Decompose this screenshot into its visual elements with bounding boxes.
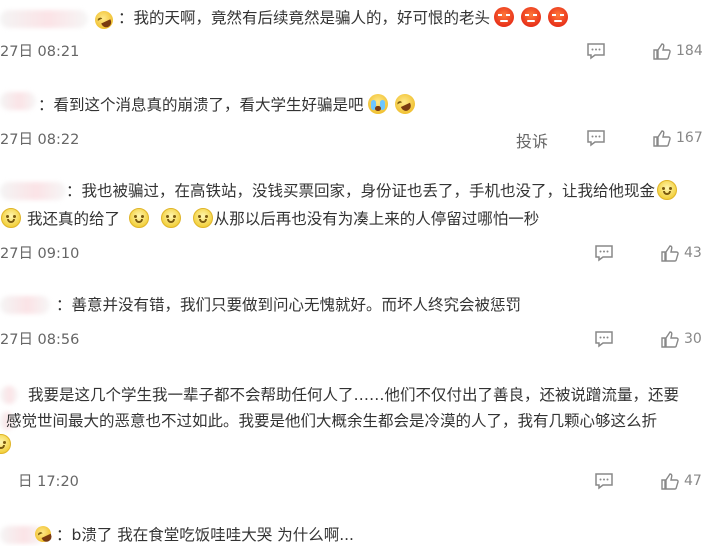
laughing-emoji-icon	[391, 90, 418, 118]
angry-emoji-icon	[521, 7, 542, 27]
angry-emoji-icon	[494, 7, 515, 27]
comment-icon	[595, 245, 613, 262]
comment-text: ：b溃了 我在食堂吃饭哇哇大哭 为什么啊...	[56, 524, 354, 546]
comment-time: 27日 08:22	[0, 132, 80, 148]
smile-emoji-icon	[192, 208, 213, 228]
reply-button[interactable]	[594, 472, 614, 490]
comment-time: 日 17:20	[18, 474, 79, 490]
like-button[interactable]: 30	[660, 330, 702, 348]
comment-item: ：善意并没有错，我们只要做到问心无愧就好。而坏人终究会被惩罚 27日 08:56…	[0, 282, 721, 370]
comment-icon	[595, 473, 613, 490]
like-button[interactable]: 167	[652, 129, 703, 147]
smile-emoji-icon	[1, 208, 21, 228]
smile-emoji-icon	[160, 208, 181, 228]
username-blurred[interactable]	[0, 182, 66, 200]
comment-text: ：看到这个消息真的崩溃了，看大学生好骗是吧	[38, 90, 418, 118]
crying-emoji-icon	[367, 94, 388, 114]
comment-text-line2: 我还真的给了 从那以后再也没有为凑上来的人停留过哪怕一秒	[0, 208, 539, 230]
comment-body: ：我也被骗过，在高铁站，没钱买票回家，身份证也丢了，手机也没了，让我给他现金	[66, 182, 656, 200]
comment-body: 我要是这几个学生我一辈子都不会帮助任何人了……他们不仅付出了善良，还被说蹭流量，…	[28, 386, 680, 404]
user-badge-icon	[92, 8, 116, 32]
like-count: 47	[684, 473, 702, 489]
report-label: 投诉	[516, 132, 549, 151]
username-blurred[interactable]	[0, 386, 18, 404]
comment-item: ：b溃了 我在食堂吃饭哇哇大哭 为什么啊...	[0, 510, 721, 546]
comment-body: ：看到这个消息真的崩溃了，看大学生好骗是吧	[38, 96, 364, 114]
thumbs-up-icon	[653, 130, 671, 147]
thumbs-up-icon	[661, 473, 679, 490]
like-count: 184	[676, 43, 703, 59]
username-blurred[interactable]	[0, 92, 36, 110]
reply-button[interactable]	[586, 129, 606, 147]
comment-body: 我还真的给了	[26, 210, 120, 228]
username-blurred[interactable]	[0, 10, 88, 28]
reply-button[interactable]	[594, 244, 614, 262]
like-button[interactable]: 184	[652, 42, 703, 60]
comment-text-line2: 感觉世间最大的恶意也不过如此。我要是他们大概余生都会是冷漠的人了，我有几颗心够这…	[6, 410, 657, 432]
comment-time: 27日 08:21	[0, 44, 80, 60]
comment-text: 我要是这几个学生我一辈子都不会帮助任何人了……他们不仅付出了善良，还被说蹭流量，…	[28, 384, 679, 406]
thumbs-up-icon	[661, 331, 679, 348]
smile-emoji-icon	[0, 434, 11, 454]
comment-body: ：b溃了 我在食堂吃饭哇哇大哭 为什么啊...	[56, 526, 354, 544]
comment-icon	[587, 43, 605, 60]
comment-body: ：善意并没有错，我们只要做到问心无愧就好。而坏人终究会被惩罚	[56, 296, 522, 314]
like-button[interactable]: 43	[660, 244, 702, 262]
comment-text: ：我也被骗过，在高铁站，没钱买票回家，身份证也丢了，手机也没了，让我给他现金	[66, 180, 678, 202]
comment-text: ：我的天啊，竟然有后续竟然是骗人的，好可恨的老头	[118, 7, 569, 29]
comment-item: ：看到这个消息真的崩溃了，看大学生好骗是吧 27日 08:22 投诉 167	[0, 78, 721, 170]
angry-emoji-icon	[548, 7, 569, 27]
comment-item: ：我也被骗过，在高铁站，没钱买票回家，身份证也丢了，手机也没了，让我给他现金 我…	[0, 170, 721, 282]
thumbs-up-icon	[653, 43, 671, 60]
smile-emoji-icon	[128, 208, 149, 228]
like-count: 167	[676, 130, 703, 146]
report-button[interactable]: 投诉	[516, 128, 548, 152]
comment-item: 我要是这几个学生我一辈子都不会帮助任何人了……他们不仅付出了善良，还被说蹭流量，…	[0, 370, 721, 510]
comment-icon	[587, 130, 605, 147]
comment-time: 27日 08:56	[0, 332, 80, 348]
smile-emoji-icon	[657, 180, 678, 200]
comment-item: ：我的天啊，竟然有后续竟然是骗人的，好可恨的老头 27日 08:21 184	[0, 0, 721, 78]
comment-body: 从那以后再也没有为凑上来的人停留过哪怕一秒	[213, 210, 540, 228]
comment-body: ：我的天啊，竟然有后续竟然是骗人的，好可恨的老头	[118, 9, 491, 27]
thumbs-up-icon	[661, 245, 679, 262]
like-count: 43	[684, 245, 702, 261]
comment-icon	[595, 331, 613, 348]
like-button[interactable]: 47	[660, 472, 702, 490]
reply-button[interactable]	[586, 42, 606, 60]
reply-button[interactable]	[594, 330, 614, 348]
like-count: 30	[684, 331, 702, 347]
comment-time: 27日 09:10	[0, 246, 80, 262]
comment-body: 感觉世间最大的恶意也不过如此。我要是他们大概余生都会是冷漠的人了，我有几颗心够这…	[6, 412, 658, 430]
username-blurred[interactable]	[0, 296, 50, 314]
comment-text: ：善意并没有错，我们只要做到问心无愧就好。而坏人终究会被惩罚	[56, 294, 521, 316]
